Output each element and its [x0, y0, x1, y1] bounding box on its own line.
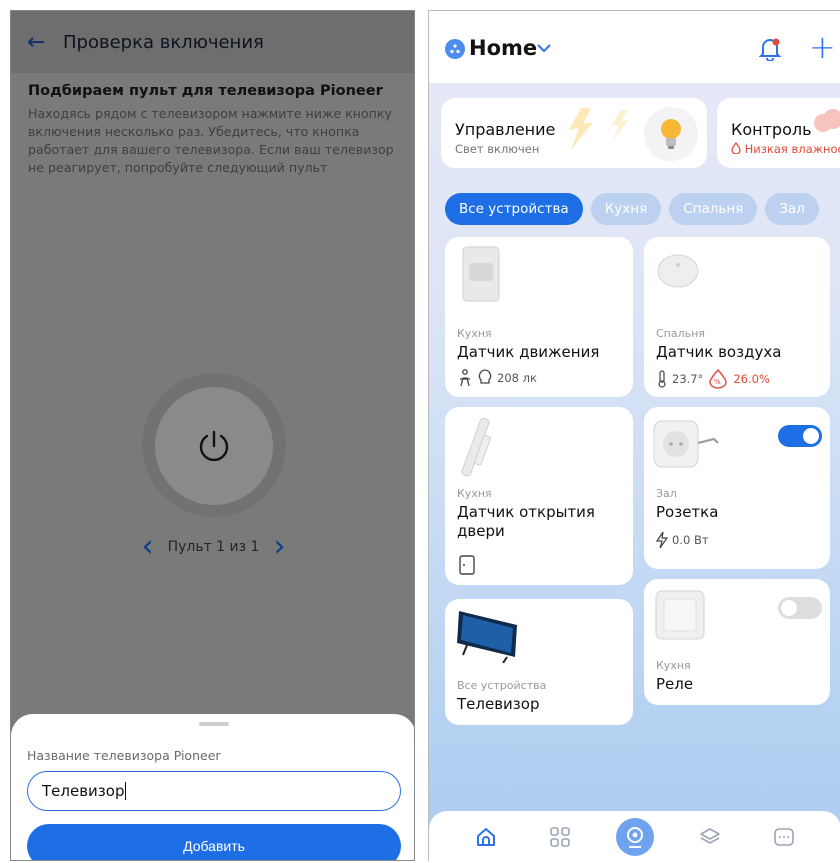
power-button[interactable]	[155, 387, 273, 505]
illuminance-value: 208 лк	[497, 371, 537, 385]
nav-home[interactable]	[468, 819, 504, 855]
climate-status-text: Низкая влажнос	[744, 142, 840, 156]
air-sensor-image	[657, 254, 699, 288]
door-icon	[459, 555, 475, 575]
device-room: Зал	[656, 487, 677, 500]
setup-description: Находясь рядом с телевизором нажмите ниж…	[28, 106, 394, 175]
home-icon	[477, 828, 495, 846]
tab-kitchen[interactable]: Кухня	[590, 193, 662, 225]
smart-home-screen: Home + Управление Свет включен Контроль	[428, 10, 840, 861]
socket-image	[653, 420, 719, 468]
temperature-value: 23.7°	[672, 372, 704, 386]
sheet-handle[interactable]	[199, 722, 229, 726]
thermometer-icon	[658, 370, 666, 388]
svg-text:%: %	[714, 378, 721, 386]
device-card-relay[interactable]: Кухня Реле	[644, 579, 830, 705]
add-button[interactable]: Добавить	[27, 824, 401, 860]
bulb-icon	[644, 107, 698, 161]
top-bar: ← Проверка включения	[11, 11, 414, 73]
humidity-icon: %	[709, 369, 728, 389]
power-value: 0.0 Вт	[672, 533, 709, 547]
device-card-door-sensor[interactable]: Кухня Датчик открытия двери	[445, 407, 633, 585]
tab-bedroom[interactable]: Спальня	[669, 193, 758, 225]
device-card-tv[interactable]: Все устройства Телевизор	[445, 599, 633, 725]
next-remote-icon[interactable]: ›	[273, 532, 285, 562]
add-device-icon[interactable]: +	[809, 31, 836, 63]
power-icon	[199, 430, 229, 462]
device-room: Кухня	[457, 487, 492, 500]
motion-sensor-image	[462, 246, 500, 302]
app-header: Home +	[429, 11, 840, 83]
name-bottom-sheet: Название телевизора Pioneer Телевизор До…	[11, 714, 414, 860]
cloud-decor-icon	[814, 109, 840, 132]
tv-name-label: Название телевизора Pioneer	[27, 748, 221, 763]
device-meta: 23.7° % 26.0%	[656, 369, 770, 389]
tv-name-input[interactable]: Телевизор	[27, 771, 401, 811]
relay-image	[655, 590, 705, 640]
light-bulb-outline-icon	[478, 369, 492, 384]
remote-pager: ‹ Пульт 1 из 1 ›	[11, 527, 414, 567]
door-sensor-image	[461, 417, 491, 477]
bell-icon[interactable]	[759, 37, 781, 61]
home-selector[interactable]: Home	[469, 36, 537, 60]
layers-icon	[700, 828, 720, 844]
climate-status: Низкая влажнос	[731, 141, 840, 156]
device-name: Реле	[656, 675, 694, 693]
nav-camera[interactable]	[616, 818, 654, 856]
device-name: Датчик воздуха	[656, 343, 782, 361]
home-logo-icon	[445, 39, 465, 59]
device-room: Кухня	[457, 327, 492, 340]
humidity-value: 26.0%	[733, 372, 770, 386]
lighting-status: Свет включен	[455, 142, 540, 156]
setup-heading: Подбираем пульт для телевизора Pioneer	[28, 83, 383, 99]
device-name: Датчик движения	[457, 343, 600, 361]
relay-toggle[interactable]	[778, 597, 822, 619]
device-name: Розетка	[656, 503, 719, 521]
toggle-knob	[781, 600, 797, 616]
device-name: Телевизор	[457, 695, 540, 713]
socket-toggle[interactable]	[778, 425, 822, 447]
toggle-knob	[803, 428, 819, 444]
tv-name-value: Телевизор	[42, 782, 125, 800]
tv-setup-screen: ← Проверка включения Подбираем пульт для…	[10, 10, 415, 861]
grid-icon	[550, 827, 570, 847]
tv-image	[457, 611, 517, 663]
device-card-motion-sensor[interactable]: Кухня Датчик движения 208 лк	[445, 237, 633, 397]
lightning-icon	[656, 531, 668, 549]
lighting-summary-card[interactable]: Управление Свет включен	[441, 98, 707, 168]
nav-more[interactable]	[766, 819, 802, 855]
back-arrow-icon[interactable]: ←	[27, 30, 55, 55]
nav-scenes[interactable]	[692, 819, 728, 855]
climate-summary-card[interactable]: Контроль Низкая влажнос	[717, 98, 840, 168]
device-name: Датчик открытия двери	[457, 503, 595, 540]
climate-title: Контроль	[731, 120, 812, 139]
tab-hall[interactable]: Зал	[765, 193, 819, 225]
device-room: Все устройства	[457, 679, 547, 692]
device-room: Кухня	[656, 659, 691, 672]
bottom-navigation	[429, 811, 840, 861]
device-meta: 0.0 Вт	[656, 531, 709, 549]
lighting-title: Управление	[455, 120, 556, 139]
nav-devices[interactable]	[542, 819, 578, 855]
room-tabs: Все устройства Кухня Спальня Зал	[445, 193, 819, 225]
camera-icon	[627, 827, 643, 848]
text-caret	[125, 782, 127, 800]
person-icon	[460, 369, 470, 387]
page-title: Проверка включения	[63, 31, 264, 53]
device-room: Спальня	[656, 327, 705, 340]
humidity-alert-icon	[731, 141, 741, 155]
more-icon	[774, 828, 794, 846]
remote-counter: Пульт 1 из 1	[167, 539, 260, 555]
device-card-socket[interactable]: Зал Розетка 0.0 Вт	[644, 407, 830, 569]
prev-remote-icon[interactable]: ‹	[142, 532, 154, 562]
tab-all-devices[interactable]: Все устройства	[445, 193, 583, 225]
device-meta: 208 лк	[457, 369, 537, 387]
device-card-air-sensor[interactable]: Спальня Датчик воздуха 23.7° % 26.0%	[644, 237, 830, 397]
chevron-down-icon[interactable]	[537, 43, 551, 53]
